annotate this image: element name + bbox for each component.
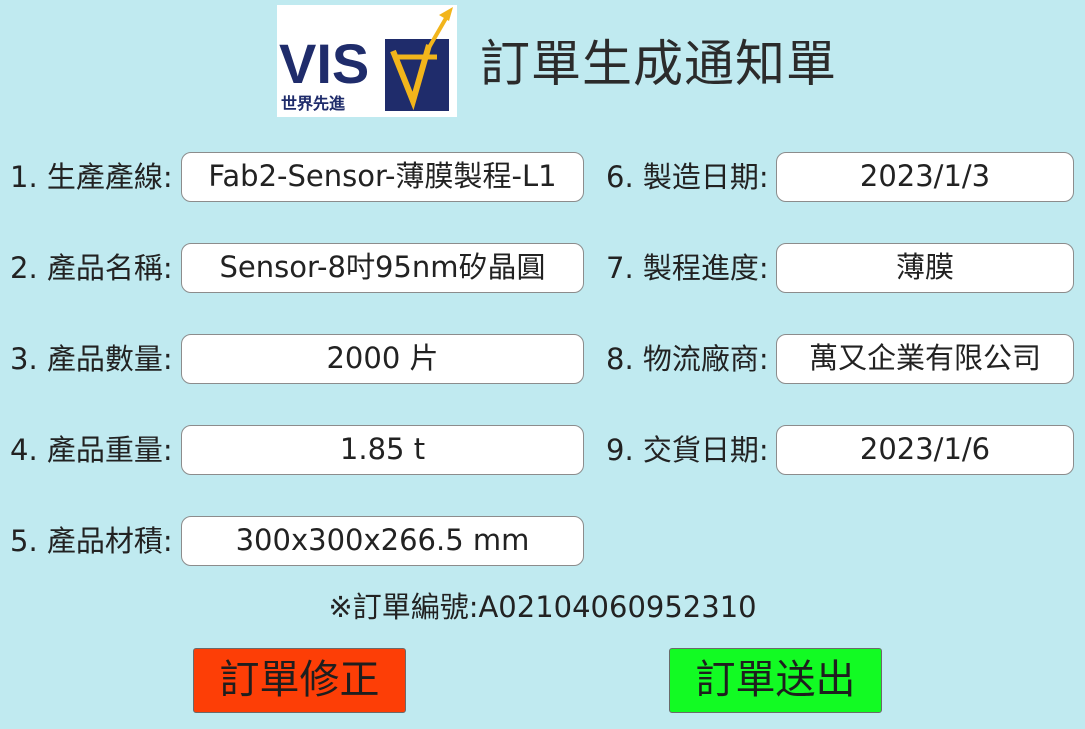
label-production-line: 1. 生產產線: (10, 160, 173, 194)
logo-subtitle: 世界先進 (281, 94, 345, 113)
modify-order-button[interactable]: 訂單修正 (193, 648, 406, 713)
label-product-name: 2. 產品名稱: (10, 251, 173, 285)
vis-logo-graphic: VIS 世界先進 (279, 7, 453, 113)
field-delivery-date[interactable]: 2023/1/6 (776, 425, 1074, 475)
label-product-volume: 5. 產品材積: (10, 524, 173, 558)
field-logistics-vendor[interactable]: 萬又企業有限公司 (776, 334, 1074, 384)
order-number: ※訂單編號:A02104060952310 (328, 590, 757, 624)
label-manufacture-date: 6. 製造日期: (606, 160, 769, 194)
send-order-button[interactable]: 訂單送出 (669, 648, 882, 713)
label-logistics-vendor: 8. 物流廠商: (606, 342, 769, 376)
field-product-volume[interactable]: 300x300x266.5 mm (181, 516, 584, 566)
field-production-line[interactable]: Fab2-Sensor-薄膜製程-L1 (181, 152, 584, 202)
logo-square (385, 39, 449, 111)
field-product-quantity[interactable]: 2000 片 (181, 334, 584, 384)
label-delivery-date: 9. 交貨日期: (606, 433, 769, 467)
vis-logo: VIS 世界先進 (277, 5, 457, 117)
page-title: 訂單生成通知單 (480, 35, 837, 93)
field-manufacture-date[interactable]: 2023/1/3 (776, 152, 1074, 202)
field-product-weight[interactable]: 1.85 t (181, 425, 584, 475)
field-product-name[interactable]: Sensor-8吋95nm矽晶圓 (181, 243, 584, 293)
logo-text: VIS (279, 32, 369, 95)
field-process-progress[interactable]: 薄膜 (776, 243, 1074, 293)
label-product-weight: 4. 產品重量: (10, 433, 173, 467)
label-process-progress: 7. 製程進度: (606, 251, 769, 285)
label-product-quantity: 3. 產品數量: (10, 342, 173, 376)
logo-arrow-head (439, 7, 453, 21)
